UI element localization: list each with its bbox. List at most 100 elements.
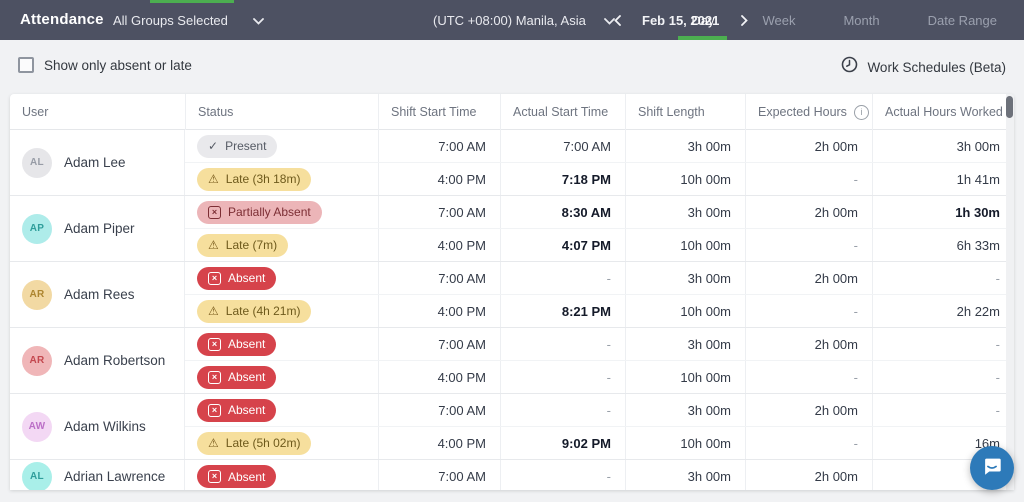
shift-start-cell: 4:00 PM [378, 163, 500, 195]
status-badge: × Absent [197, 267, 276, 290]
status-cell: ⚠ Late (7m) [185, 229, 378, 261]
table-row: AW Adam Wilkins × Absent 7:00 AM - 3h 00… [10, 394, 1014, 460]
previous-day-button[interactable] [608, 11, 626, 29]
status-badge: ⚠ Late (7m) [197, 234, 288, 257]
table-row: AR Adam Robertson × Absent 7:00 AM - 3h … [10, 328, 1014, 394]
column-header-actual-hours: Actual Hours Worked [872, 94, 1014, 130]
status-label: Absent [228, 470, 265, 484]
actual-start-cell: 7:00 AM [500, 130, 625, 162]
shift-length-cell: 10h 00m [625, 163, 745, 195]
shift-row: ⚠ Late (4h 21m) 4:00 PM 8:21 PM 10h 00m … [185, 294, 1014, 327]
warning-icon: ⚠ [208, 436, 219, 450]
shift-length-cell: 3h 00m [625, 328, 745, 360]
tab-day[interactable]: Day [678, 0, 727, 40]
column-header-user: User [10, 94, 185, 130]
status-cell: × Absent [185, 460, 378, 490]
warning-icon: ⚠ [208, 238, 219, 252]
expected-hours-cell: - [745, 163, 872, 195]
status-cell: × Absent [185, 394, 378, 426]
user-name: Adrian Lawrence [64, 469, 165, 484]
status-label: Partially Absent [228, 205, 311, 219]
groups-dropdown-label: All Groups Selected [113, 13, 228, 28]
expected-hours-cell: - [745, 229, 872, 261]
shift-start-cell: 7:00 AM [378, 130, 500, 162]
toolbar: Show only absent or late Work Schedules … [0, 40, 1024, 94]
avatar: AL [22, 148, 52, 178]
expected-hours-cell: - [745, 295, 872, 327]
actual-start-cell: - [500, 262, 625, 294]
status-cell: × Absent [185, 328, 378, 360]
status-label: Absent [228, 337, 265, 351]
status-label: Late (4h 21m) [226, 304, 301, 318]
scrollbar-thumb[interactable] [1006, 96, 1013, 118]
status-label: Late (7m) [226, 238, 277, 252]
actual-hours-cell: 6h 33m [872, 229, 1014, 261]
actual-start-cell: 9:02 PM [500, 427, 625, 459]
absent-late-filter[interactable]: Show only absent or late [18, 57, 192, 73]
top-header-bar: Attendance All Groups Selected (UTC +08:… [0, 0, 1024, 40]
column-header-actual-start: Actual Start Time [500, 94, 625, 130]
status-label: Late (5h 02m) [226, 436, 301, 450]
status-cell: ⚠ Late (5h 02m) [185, 427, 378, 459]
filter-checkbox-label: Show only absent or late [44, 58, 192, 73]
table-body: AL Adam Lee ✓ Present 7:00 AM 7:00 AM 3h… [10, 130, 1014, 490]
shift-length-cell: 3h 00m [625, 460, 745, 490]
status-label: Late (3h 18m) [226, 172, 301, 186]
x-square-icon: × [208, 404, 221, 417]
filter-checkbox[interactable] [18, 57, 34, 73]
actual-start-cell: - [500, 394, 625, 426]
x-square-icon: × [208, 206, 221, 219]
tab-date-range[interactable]: Date Range [915, 0, 1010, 40]
actual-start-cell: 7:18 PM [500, 163, 625, 195]
user-cell: AL Adam Lee [10, 130, 185, 195]
shift-row: ✓ Present 7:00 AM 7:00 AM 3h 00m 2h 00m … [185, 130, 1014, 162]
tab-month[interactable]: Month [830, 0, 892, 40]
groups-dropdown[interactable]: All Groups Selected [113, 0, 264, 40]
chevron-down-icon [253, 13, 264, 28]
actual-hours-cell: 1h 30m [872, 196, 1014, 228]
expected-hours-cell: 2h 00m [745, 196, 872, 228]
status-cell: ✓ Present [185, 130, 378, 162]
shifts: × Absent 7:00 AM - 3h 00m 2h 00m - [185, 460, 1014, 490]
status-badge: ⚠ Late (5h 02m) [197, 432, 311, 455]
actual-hours-cell: - [872, 394, 1014, 426]
work-schedules-label: Work Schedules (Beta) [867, 60, 1006, 75]
table-row: AP Adam Piper × Partially Absent 7:00 AM… [10, 196, 1014, 262]
status-badge: ⚠ Late (4h 21m) [197, 300, 311, 323]
shift-start-cell: 4:00 PM [378, 229, 500, 261]
user-cell: AW Adam Wilkins [10, 394, 185, 459]
user-cell: AP Adam Piper [10, 196, 185, 261]
warning-icon: ⚠ [208, 304, 219, 318]
shift-length-cell: 3h 00m [625, 394, 745, 426]
expected-hours-cell: 2h 00m [745, 130, 872, 162]
work-schedules-link[interactable]: Work Schedules (Beta) [841, 56, 1006, 78]
page-title: Attendance [20, 0, 104, 40]
tab-week[interactable]: Week [749, 0, 808, 40]
scrollbar-track[interactable] [1006, 94, 1014, 490]
attendance-table: User Status Shift Start Time Actual Star… [10, 94, 1014, 490]
actual-start-cell: 8:21 PM [500, 295, 625, 327]
actual-hours-cell: 1h 41m [872, 163, 1014, 195]
expected-hours-cell: 2h 00m [745, 394, 872, 426]
avatar: AW [22, 412, 52, 442]
expected-hours-cell: 2h 00m [745, 262, 872, 294]
top-green-strip [150, 0, 234, 3]
column-header-status: Status [185, 94, 378, 130]
user-name: Adam Lee [64, 155, 126, 170]
view-tabs: Day Week Month Date Range [678, 0, 1010, 40]
user-cell: AR Adam Rees [10, 262, 185, 327]
status-cell: × Partially Absent [185, 196, 378, 228]
info-icon[interactable]: i [854, 105, 869, 120]
shift-row: × Partially Absent 7:00 AM 8:30 AM 3h 00… [185, 196, 1014, 228]
timezone-dropdown[interactable]: (UTC +08:00) Manila, Asia [433, 0, 615, 40]
expected-hours-cell: - [745, 427, 872, 459]
status-badge: × Partially Absent [197, 201, 322, 224]
status-label: Absent [228, 403, 265, 417]
shift-length-cell: 10h 00m [625, 361, 745, 393]
status-badge: × Absent [197, 366, 276, 389]
shift-start-cell: 7:00 AM [378, 394, 500, 426]
chat-launcher-button[interactable] [970, 446, 1014, 490]
shifts: ✓ Present 7:00 AM 7:00 AM 3h 00m 2h 00m … [185, 130, 1014, 195]
status-cell: ⚠ Late (3h 18m) [185, 163, 378, 195]
status-cell: × Absent [185, 262, 378, 294]
